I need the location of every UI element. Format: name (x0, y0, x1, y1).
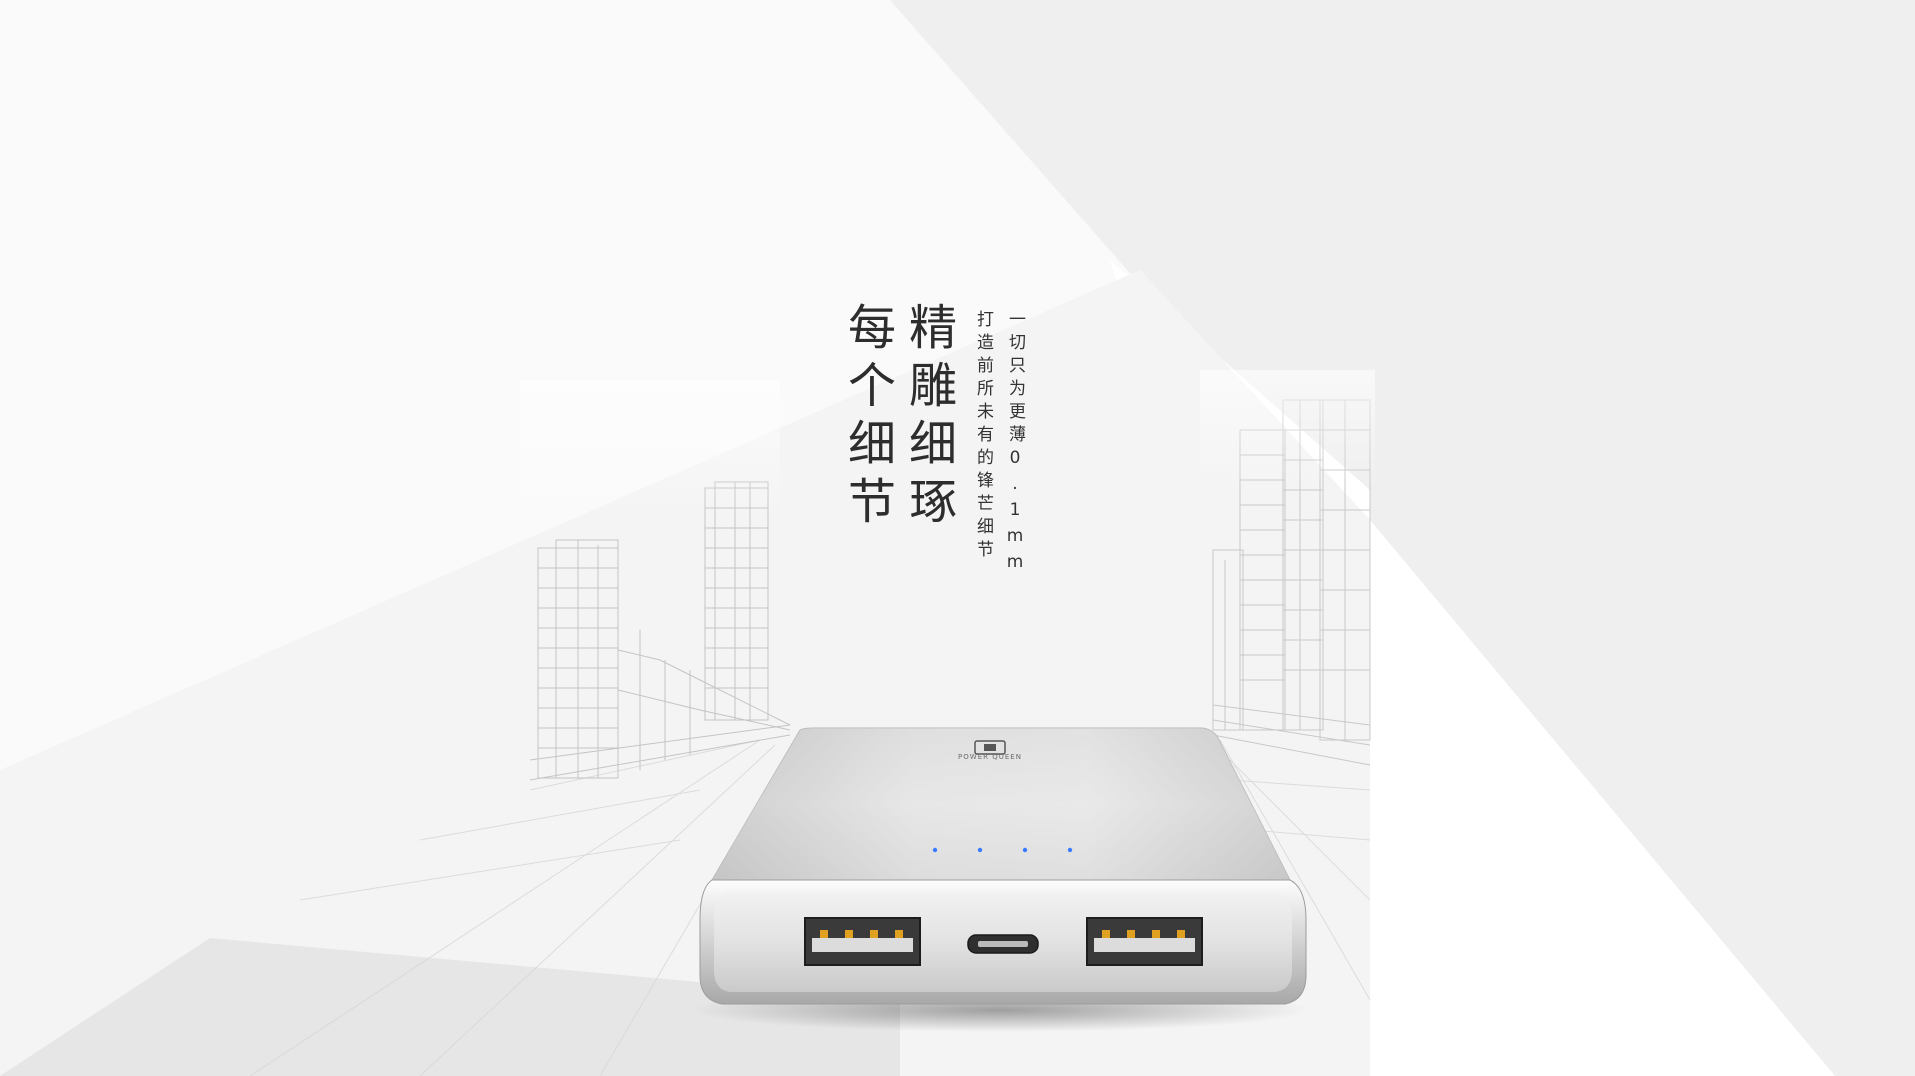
product-banner: POWER QUEEN 每个细节 精雕细琢 打造前所未有的锋芒细节 一切只为更薄… (0, 0, 1915, 1076)
brand-label: POWER QUEEN (958, 753, 1022, 761)
indicator-light (932, 847, 938, 853)
usb-port-left-icon (804, 917, 921, 966)
power-bank-image: POWER QUEEN (699, 727, 1307, 1005)
indicator-light (1022, 847, 1028, 853)
headline-line-1: 每个细节 (839, 302, 895, 534)
micro-usb-port-icon (967, 934, 1039, 954)
tagline-line-2: 一切只为更薄0.1mm (1005, 310, 1025, 578)
indicator-light (977, 847, 983, 853)
tagline-line-1: 打造前所未有的锋芒细节 (973, 310, 993, 563)
indicator-light (1067, 847, 1073, 853)
headline-line-2: 精雕细琢 (900, 302, 956, 534)
banner-illustration: POWER QUEEN (0, 0, 1915, 1076)
usb-port-right-icon (1086, 917, 1203, 966)
